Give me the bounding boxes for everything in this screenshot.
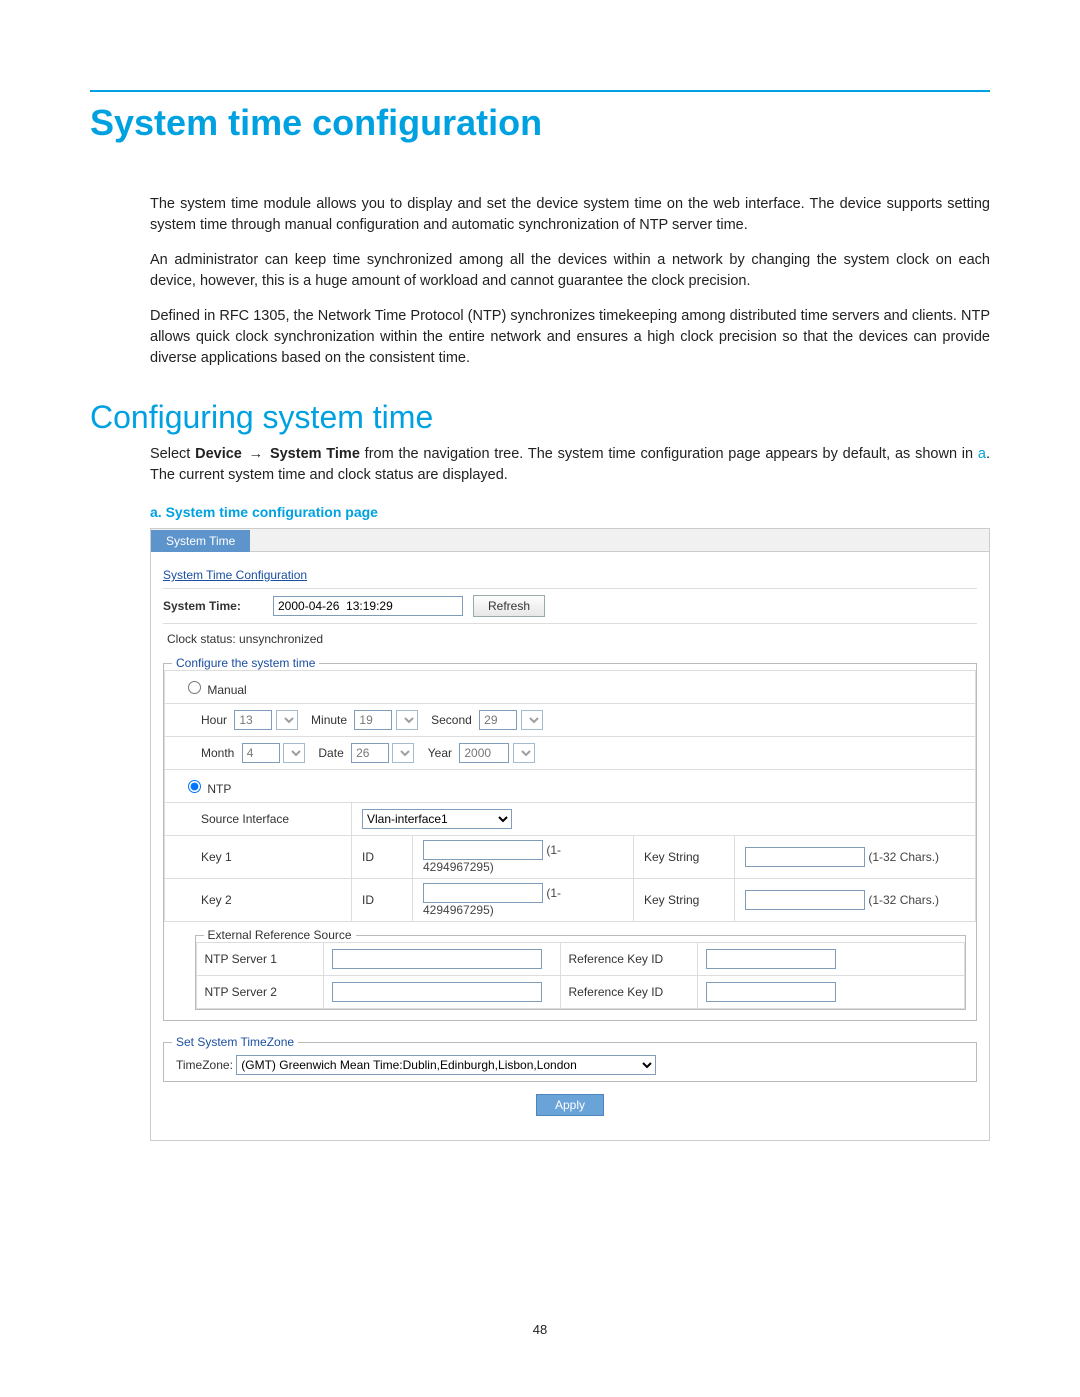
source-interface-label: Source Interface: [165, 803, 352, 836]
month-select: [283, 743, 305, 763]
date-label: Date: [318, 746, 343, 760]
hour-select: [276, 710, 298, 730]
ntp-server2-label: NTP Server 2: [196, 976, 323, 1009]
section-title: System Time Configuration: [151, 552, 989, 588]
key2-id-input[interactable]: [423, 883, 543, 903]
timezone-fieldset: Set System TimeZone TimeZone: (GMT) Gree…: [163, 1035, 977, 1082]
second-label: Second: [431, 713, 472, 727]
minute-input: [354, 710, 392, 730]
paragraph-3: Defined in RFC 1305, the Network Time Pr…: [150, 306, 990, 369]
page-number: 48: [0, 1322, 1080, 1337]
manual-radio[interactable]: Manual: [183, 683, 247, 697]
timezone-select[interactable]: (GMT) Greenwich Mean Time:Dublin,Edinbur…: [236, 1055, 656, 1075]
key1-string-range: (1-32 Chars.): [868, 850, 939, 864]
year-input: [459, 743, 509, 763]
date-select: [392, 743, 414, 763]
figure-caption: a. System time configuration page: [150, 504, 990, 520]
divider-top: [90, 90, 990, 92]
instruction-line: Select Device → System Time from the nav…: [150, 444, 990, 486]
section-heading: Configuring system time: [90, 399, 990, 436]
source-interface-select[interactable]: Vlan-interface1: [362, 809, 512, 829]
system-time-value: [273, 596, 463, 616]
configure-time-legend: Configure the system time: [172, 656, 319, 670]
second-input: [479, 710, 517, 730]
hour-input: [234, 710, 272, 730]
key2-label: Key 2: [165, 879, 352, 922]
second-select: [521, 710, 543, 730]
apply-button[interactable]: Apply: [536, 1094, 604, 1116]
key2-string-range: (1-32 Chars.): [868, 893, 939, 907]
minute-label: Minute: [311, 713, 347, 727]
system-time-label: System Time:: [163, 599, 263, 613]
ref-key-label-1: Reference Key ID: [560, 943, 697, 976]
clock-status: Clock status: unsynchronized: [163, 624, 977, 656]
system-time-row: System Time: Refresh: [163, 588, 977, 624]
minute-select: [396, 710, 418, 730]
tab-system-time[interactable]: System Time: [151, 530, 250, 552]
year-select: [513, 743, 535, 763]
hour-label: Hour: [201, 713, 227, 727]
ntp-server2-input[interactable]: [332, 982, 542, 1002]
month-label: Month: [201, 746, 234, 760]
timezone-label: TimeZone:: [176, 1058, 233, 1072]
tab-row: System Time: [151, 529, 989, 552]
year-label: Year: [428, 746, 452, 760]
ref-key1-input[interactable]: [706, 949, 836, 969]
keystring-label-2: Key String: [634, 879, 735, 922]
external-ref-fieldset: External Reference Source NTP Server 1 R…: [195, 928, 966, 1010]
ntp-radio[interactable]: NTP: [183, 782, 231, 796]
id-label-1: ID: [352, 836, 413, 879]
key1-id-input[interactable]: [423, 840, 543, 860]
timezone-legend: Set System TimeZone: [172, 1035, 298, 1049]
configure-time-fieldset: Configure the system time Manual Hour: [163, 656, 977, 1021]
ref-key2-input[interactable]: [706, 982, 836, 1002]
ntp-server1-label: NTP Server 1: [196, 943, 323, 976]
screenshot-panel: System Time System Time Configuration Sy…: [150, 528, 990, 1141]
paragraph-2: An administrator can keep time synchroni…: [150, 250, 990, 292]
key1-string-input[interactable]: [745, 847, 865, 867]
date-input: [351, 743, 389, 763]
external-ref-legend: External Reference Source: [204, 928, 356, 942]
page-title: System time configuration: [90, 102, 990, 144]
refresh-button[interactable]: Refresh: [473, 595, 545, 617]
id-label-2: ID: [352, 879, 413, 922]
ref-key-label-2: Reference Key ID: [560, 976, 697, 1009]
month-input: [242, 743, 280, 763]
key1-label: Key 1: [165, 836, 352, 879]
paragraph-1: The system time module allows you to dis…: [150, 194, 990, 236]
ntp-server1-input[interactable]: [332, 949, 542, 969]
keystring-label-1: Key String: [634, 836, 735, 879]
key2-string-input[interactable]: [745, 890, 865, 910]
